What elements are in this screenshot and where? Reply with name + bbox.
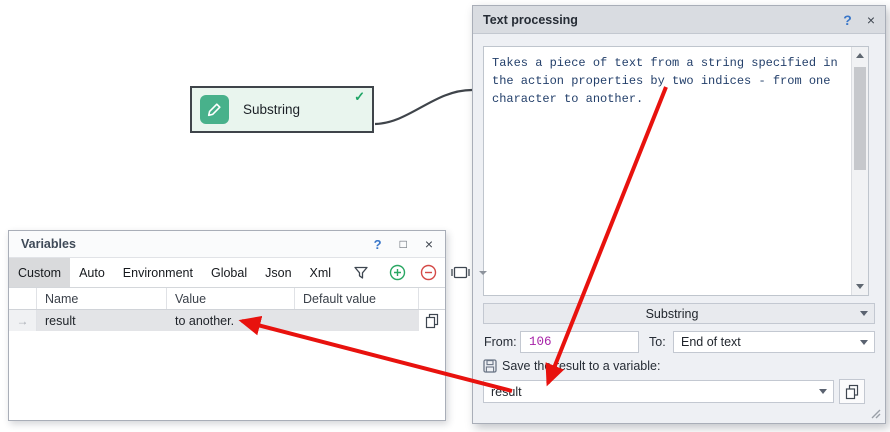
- variable-name-combobox[interactable]: result: [483, 380, 834, 403]
- resize-grip[interactable]: [869, 407, 881, 419]
- filter-icon: [353, 265, 369, 281]
- success-check-icon: ✓: [354, 89, 365, 105]
- copy-icon: [844, 384, 860, 400]
- description-text: Takes a piece of text from a string spec…: [484, 47, 851, 295]
- from-label: From:: [484, 335, 517, 349]
- actions-column-header: [419, 288, 445, 309]
- close-button[interactable]: ×: [425, 236, 433, 252]
- minus-circle-icon: [420, 264, 437, 281]
- chevron-down-icon: [860, 311, 868, 316]
- text-processing-dialog: Text processing ? × Takes a piece of tex…: [472, 5, 886, 424]
- from-value: 106: [529, 335, 552, 349]
- column-header-default[interactable]: Default value: [295, 288, 419, 309]
- node-label: Substring: [243, 102, 300, 117]
- maximize-button[interactable]: □: [400, 237, 407, 251]
- tab-custom[interactable]: Custom: [9, 258, 70, 287]
- variables-titlebar: Variables ? □ ×: [9, 231, 445, 258]
- remove-variable-button[interactable]: [413, 258, 444, 287]
- scrollbar[interactable]: [851, 47, 868, 295]
- scroll-up-icon[interactable]: [852, 48, 868, 63]
- chevron-down-icon: [819, 389, 827, 394]
- scrollbar-thumb[interactable]: [854, 67, 866, 170]
- copy-icon: [425, 313, 440, 329]
- cell-name: result: [37, 310, 167, 331]
- save-variable-row: Save the result to a variable:: [483, 359, 660, 373]
- to-value: End of text: [681, 335, 741, 349]
- scroll-down-icon[interactable]: [852, 279, 868, 294]
- column-header-value[interactable]: Value: [167, 288, 295, 309]
- copy-row-button[interactable]: [419, 310, 445, 331]
- row-indicator: →: [9, 310, 37, 331]
- indicator-column-header: [9, 288, 37, 309]
- from-input[interactable]: 106: [520, 331, 639, 353]
- help-button[interactable]: ?: [843, 12, 852, 28]
- filter-button[interactable]: [346, 258, 376, 287]
- canvas: Substring ✓ Text processing ? × Takes a …: [0, 0, 890, 432]
- variables-title: Variables: [21, 237, 76, 251]
- variables-tabbar: Custom Auto Environment Global Json Xml: [9, 258, 445, 288]
- operation-select[interactable]: Substring: [483, 303, 875, 324]
- cell-default-value: [295, 310, 419, 331]
- tab-auto[interactable]: Auto: [70, 258, 114, 287]
- description-textarea[interactable]: Takes a piece of text from a string spec…: [483, 46, 869, 296]
- tab-json[interactable]: Json: [256, 258, 300, 287]
- tab-xml[interactable]: Xml: [301, 258, 341, 287]
- to-select[interactable]: End of text: [673, 331, 875, 353]
- variables-window: Variables ? □ × Custom Auto Environment …: [8, 230, 446, 421]
- chevron-down-icon: [479, 271, 487, 275]
- to-label: To:: [649, 335, 666, 349]
- substring-node[interactable]: Substring ✓: [190, 86, 374, 133]
- help-button[interactable]: ?: [374, 237, 382, 252]
- tab-global[interactable]: Global: [202, 258, 256, 287]
- variable-name-value: result: [491, 385, 522, 399]
- column-chooser-button[interactable]: [444, 258, 477, 287]
- cell-value: to another.: [167, 310, 295, 331]
- column-header-name[interactable]: Name: [37, 288, 167, 309]
- save-icon: [483, 359, 497, 373]
- table-row[interactable]: → result to another.: [9, 310, 445, 331]
- column-chooser-icon: [451, 265, 470, 280]
- close-button[interactable]: ×: [867, 12, 875, 28]
- toolbar-overflow-button[interactable]: [477, 258, 495, 287]
- variables-grid-header: Name Value Default value: [9, 288, 445, 310]
- pencil-icon: [200, 95, 229, 124]
- tab-environment[interactable]: Environment: [114, 258, 202, 287]
- operation-value: Substring: [484, 307, 860, 321]
- plus-circle-icon: [389, 264, 406, 281]
- chevron-down-icon: [860, 340, 868, 345]
- dialog-title: Text processing: [483, 13, 578, 27]
- dialog-titlebar: Text processing ? ×: [473, 6, 885, 34]
- copy-variable-button[interactable]: [839, 379, 865, 404]
- save-variable-label: Save the result to a variable:: [502, 359, 660, 373]
- add-variable-button[interactable]: [382, 258, 413, 287]
